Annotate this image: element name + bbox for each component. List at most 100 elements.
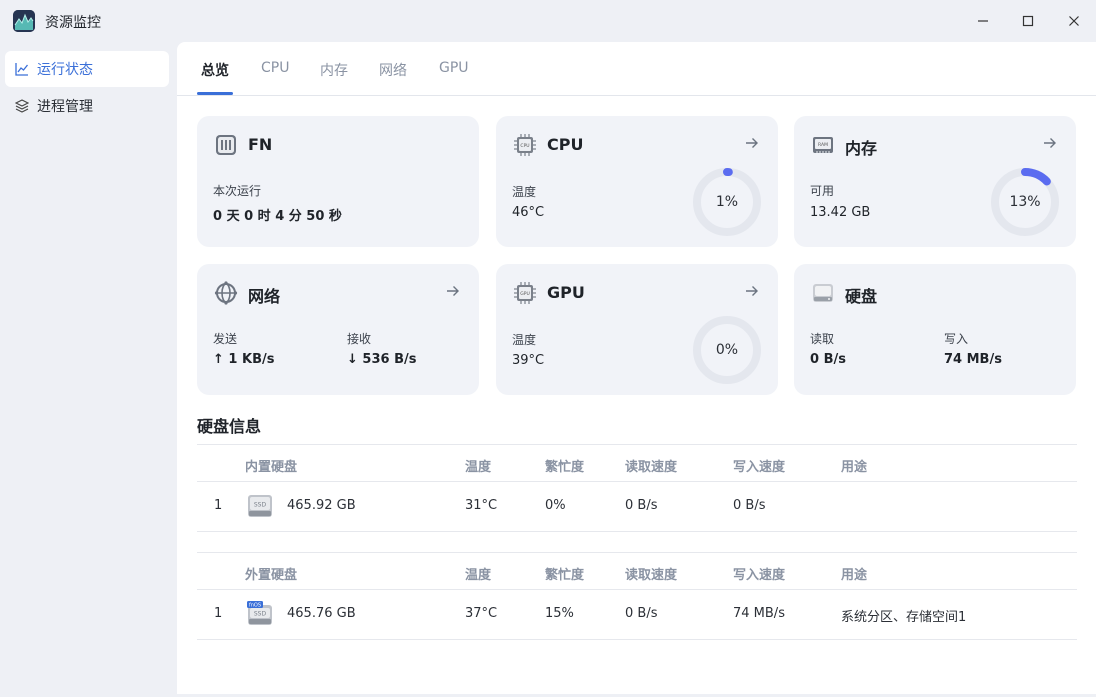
ram-icon: RAM xyxy=(811,133,835,157)
main-panel: 总览 CPU 内存 网络 GPU FN 本次运行 0 天 0 时 4 分 50 … xyxy=(177,42,1096,694)
disk-temp: 31°C xyxy=(465,498,498,513)
tab-network[interactable]: 网络 xyxy=(379,60,407,80)
table-header: 外置硬盘 温度 繁忙度 读取速度 写入速度 用途 xyxy=(197,552,1077,590)
maximize-button[interactable] xyxy=(1013,8,1043,34)
disk-read-value: 0 B/s xyxy=(810,352,846,367)
cpu-card[interactable]: CPU CPU 温度 46°C 1% xyxy=(496,116,778,247)
device-icon xyxy=(214,133,238,157)
disk-write-speed: 0 B/s xyxy=(733,498,766,513)
ssd-system-icon: SSD fnOS xyxy=(247,601,273,627)
ssd-icon: SSD xyxy=(247,493,273,519)
sidebar-item-processes[interactable]: 进程管理 xyxy=(5,88,169,124)
arrow-right-icon[interactable] xyxy=(744,283,760,299)
card-title: 网络 xyxy=(248,287,281,306)
arrow-right-icon[interactable] xyxy=(445,283,461,299)
hard-drive-icon xyxy=(811,281,835,305)
fn-card: FN 本次运行 0 天 0 时 4 分 50 秒 xyxy=(197,116,479,247)
svg-text:GPU: GPU xyxy=(520,291,530,297)
card-title: FN xyxy=(248,135,273,154)
network-card[interactable]: 网络 发送 ↑ 1 KB/s 接收 ↓ 536 B/s xyxy=(197,264,479,395)
disk-read-label: 读取 xyxy=(810,332,835,346)
gpu-usage-gauge: 0% xyxy=(692,315,762,385)
gpu-card[interactable]: GPU GPU 温度 39°C 0% xyxy=(496,264,778,395)
disk-size: 465.76 GB xyxy=(287,606,356,621)
row-index: 1 xyxy=(214,606,223,621)
card-title: CPU xyxy=(547,135,584,154)
tab-cpu[interactable]: CPU xyxy=(261,60,289,76)
svg-text:RAM: RAM xyxy=(818,142,828,148)
minimize-icon xyxy=(978,20,988,22)
disk-read-speed: 0 B/s xyxy=(625,498,658,513)
gpu-chip-icon: GPU xyxy=(513,281,537,305)
ssd-badge-text: SSD xyxy=(254,502,267,509)
column-header: 读取速度 xyxy=(625,460,678,475)
minimize-button[interactable] xyxy=(968,8,998,34)
disk-read-speed: 0 B/s xyxy=(625,606,658,621)
disk-size: 465.92 GB xyxy=(287,498,356,513)
column-header: 读取速度 xyxy=(625,568,678,583)
active-tab-indicator xyxy=(197,92,233,95)
disk-write-speed: 74 MB/s xyxy=(733,606,785,621)
memory-usage-text: 13% xyxy=(1009,194,1041,210)
maximize-icon xyxy=(1022,15,1034,27)
column-header: 繁忙度 xyxy=(545,568,585,583)
uptime-label: 本次运行 xyxy=(213,184,262,198)
globe-icon xyxy=(214,281,238,305)
disk-card: 硬盘 读取 0 B/s 写入 74 MB/s xyxy=(794,264,1076,395)
app-logo-icon xyxy=(13,10,35,32)
network-send-label: 发送 xyxy=(213,332,238,346)
window-title: 资源监控 xyxy=(45,15,101,31)
memory-usage-gauge: 13% xyxy=(990,167,1060,237)
disk-info-title: 硬盘信息 xyxy=(197,417,262,436)
tab-gpu[interactable]: GPU xyxy=(439,60,469,76)
gpu-temp-label: 温度 xyxy=(512,333,537,347)
fnos-badge-text: fnOS xyxy=(249,603,261,609)
memory-card[interactable]: RAM 内存 可用 13.42 GB 13% xyxy=(794,116,1076,247)
title-bar: 资源监控 xyxy=(0,0,1096,42)
tab-overview[interactable]: 总览 xyxy=(201,60,229,80)
cpu-usage-gauge: 1% xyxy=(692,167,762,237)
tab-bar: 总览 CPU 内存 网络 GPU xyxy=(177,42,1096,96)
column-header: 用途 xyxy=(841,460,868,475)
disk-usage: 系统分区、存储空间1 xyxy=(841,610,967,625)
uptime-value: 0 天 0 时 4 分 50 秒 xyxy=(213,209,342,224)
column-header: 温度 xyxy=(465,568,492,583)
column-header: 繁忙度 xyxy=(545,460,585,475)
column-header: 内置硬盘 xyxy=(245,460,298,475)
memory-available-label: 可用 xyxy=(810,184,835,198)
sidebar: 运行状态 进程管理 xyxy=(0,42,177,697)
disk-write-value: 74 MB/s xyxy=(944,352,1002,367)
table-row[interactable]: 1 SSD fnOS 465.76 GB 37°C 15% 0 B/s 74 MB… xyxy=(197,590,1077,640)
disk-busy: 0% xyxy=(545,498,566,513)
row-index: 1 xyxy=(214,498,223,513)
tab-memory[interactable]: 内存 xyxy=(320,60,348,80)
chart-line-icon xyxy=(15,62,29,76)
disk-busy: 15% xyxy=(545,606,574,621)
sidebar-item-status[interactable]: 运行状态 xyxy=(5,51,169,87)
sidebar-item-label: 进程管理 xyxy=(37,99,93,115)
column-header: 外置硬盘 xyxy=(245,568,298,583)
memory-available-value: 13.42 GB xyxy=(810,205,871,220)
network-send-value: ↑ 1 KB/s xyxy=(213,352,275,367)
cpu-temp-label: 温度 xyxy=(512,185,537,199)
network-recv-label: 接收 xyxy=(347,332,372,346)
gpu-temp-value: 39°C xyxy=(512,353,545,368)
close-icon xyxy=(1069,16,1079,26)
table-row[interactable]: 1 SSD 465.92 GB 31°C 0% 0 B/s 0 B/s xyxy=(197,482,1077,532)
close-button[interactable] xyxy=(1059,8,1089,34)
sidebar-item-label: 运行状态 xyxy=(37,62,93,78)
column-header: 写入速度 xyxy=(733,568,786,583)
arrow-right-icon[interactable] xyxy=(744,135,760,151)
gpu-usage-text: 0% xyxy=(715,342,739,358)
card-title: 硬盘 xyxy=(845,287,878,306)
layers-icon xyxy=(15,99,29,113)
network-recv-value: ↓ 536 B/s xyxy=(347,352,417,367)
arrow-right-icon[interactable] xyxy=(1042,135,1058,151)
cpu-usage-text: 1% xyxy=(715,194,739,210)
ssd-badge-text: SSD xyxy=(254,611,267,618)
svg-text:CPU: CPU xyxy=(520,143,529,149)
card-title: GPU xyxy=(547,283,585,302)
column-header: 温度 xyxy=(465,460,492,475)
cpu-temp-value: 46°C xyxy=(512,205,545,220)
column-header: 写入速度 xyxy=(733,460,786,475)
